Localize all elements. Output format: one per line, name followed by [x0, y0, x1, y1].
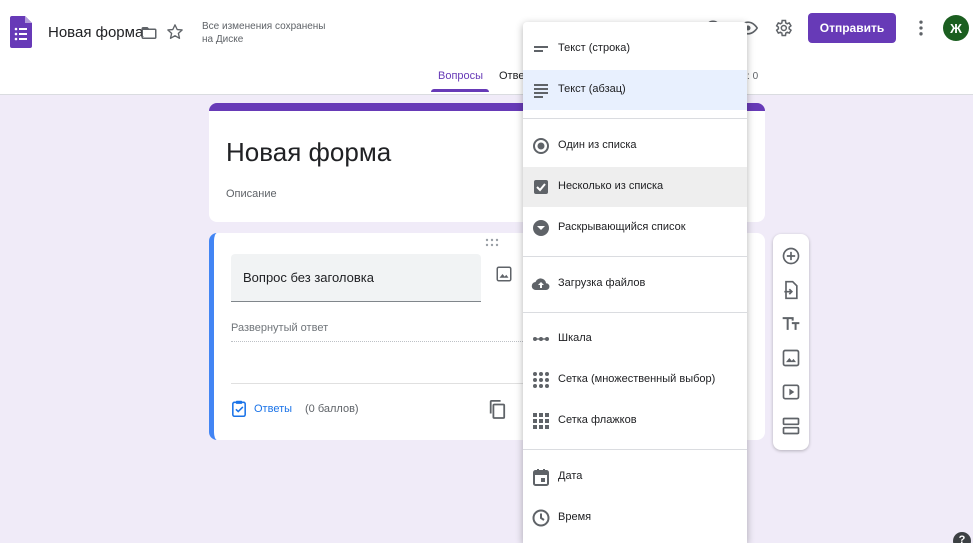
question-type-menu: Текст (строка) Текст (абзац) Один из спи…	[523, 22, 747, 543]
cloud-upload-icon	[531, 278, 550, 291]
menu-item-label: Текст (строка)	[558, 42, 631, 54]
add-image-icon[interactable]	[495, 265, 513, 283]
dropdown-icon	[533, 220, 549, 236]
side-toolbar	[773, 234, 809, 450]
menu-item-paragraph[interactable]: Текст (абзац)	[523, 70, 747, 110]
card-divider	[231, 383, 531, 384]
forms-app-icon[interactable]	[10, 16, 32, 48]
help-icon[interactable]: ?	[953, 532, 971, 543]
menu-item-multiple-choice-grid[interactable]: Сетка (множественный выбор)	[523, 360, 747, 400]
duplicate-icon[interactable]	[488, 399, 506, 419]
menu-item-checkboxes[interactable]: Несколько из списка	[523, 167, 747, 207]
answer-key-icon[interactable]	[231, 400, 247, 417]
question-title-text: Вопрос без заголовка	[243, 270, 374, 285]
clock-icon	[532, 509, 550, 527]
answer-key-link[interactable]: Ответы	[254, 403, 292, 415]
menu-item-label: Время	[558, 511, 592, 523]
add-section-icon[interactable]	[781, 416, 801, 436]
star-icon[interactable]	[166, 23, 184, 41]
menu-separator	[523, 256, 747, 257]
menu-item-label: Сетка флажков	[558, 414, 637, 426]
menu-item-label: Несколько из списка	[558, 180, 664, 192]
avatar[interactable]: Ж	[943, 15, 969, 41]
add-title-icon[interactable]	[781, 314, 801, 334]
menu-separator	[523, 312, 747, 313]
form-description-field[interactable]: Описание	[226, 188, 277, 200]
multiple-choice-grid-icon	[533, 372, 549, 388]
menu-item-label: Загрузка файлов	[558, 277, 646, 289]
menu-separator	[523, 449, 747, 450]
menu-item-label: Дата	[558, 470, 583, 482]
menu-item-date[interactable]: Дата	[523, 457, 747, 497]
calendar-icon	[533, 469, 549, 486]
import-questions-icon[interactable]	[781, 280, 801, 300]
menu-item-file-upload[interactable]: Загрузка файлов	[523, 264, 747, 304]
menu-item-dropdown[interactable]: Раскрывающийся список	[523, 208, 747, 248]
menu-item-radio[interactable]: Один из списка	[523, 126, 747, 166]
add-question-icon[interactable]	[781, 246, 801, 266]
top-bar: Новая форма Все изменения сохранены на Д…	[0, 0, 973, 95]
gear-icon[interactable]	[773, 18, 793, 38]
tab-active-indicator	[431, 89, 489, 92]
question-title-input[interactable]: Вопрос без заголовка	[231, 254, 481, 302]
checkbox-icon	[534, 180, 548, 194]
tab-answers[interactable]: Отве	[499, 70, 524, 82]
menu-item-checkbox-grid[interactable]: Сетка флажков	[523, 401, 747, 441]
short-text-icon	[534, 46, 548, 52]
menu-item-linear-scale[interactable]: Шкала	[523, 319, 747, 359]
tab-questions[interactable]: Вопросы	[438, 70, 483, 82]
answer-underline	[231, 341, 531, 342]
radio-button-icon	[533, 138, 549, 154]
document-title[interactable]: Новая форма	[48, 24, 143, 41]
menu-item-time[interactable]: Время	[523, 498, 747, 538]
add-image-icon[interactable]	[781, 348, 801, 368]
menu-item-label: Шкала	[558, 332, 592, 344]
menu-item-label: Текст (абзац)	[558, 83, 626, 95]
answer-type-hint: Развернутый ответ	[231, 322, 329, 334]
folder-icon[interactable]	[140, 24, 158, 42]
linear-scale-icon	[533, 337, 549, 341]
points-text: (0 баллов)	[305, 403, 359, 415]
menu-item-label: Сетка (множественный выбор)	[558, 373, 716, 385]
menu-item-label: Один из списка	[558, 139, 637, 151]
menu-separator	[523, 118, 747, 119]
menu-item-label: Раскрывающийся список	[558, 221, 686, 233]
form-title[interactable]: Новая форма	[226, 137, 391, 168]
saved-status: Все изменения сохранены на Диске	[202, 21, 326, 45]
add-video-icon[interactable]	[781, 382, 801, 402]
drag-handle-icon[interactable]	[484, 238, 500, 248]
menu-item-short-text[interactable]: Текст (строка)	[523, 29, 747, 69]
paragraph-icon	[534, 84, 548, 98]
checkbox-grid-icon	[533, 413, 549, 429]
more-vert-icon[interactable]	[911, 18, 931, 38]
send-button[interactable]: Отправить	[808, 13, 896, 43]
